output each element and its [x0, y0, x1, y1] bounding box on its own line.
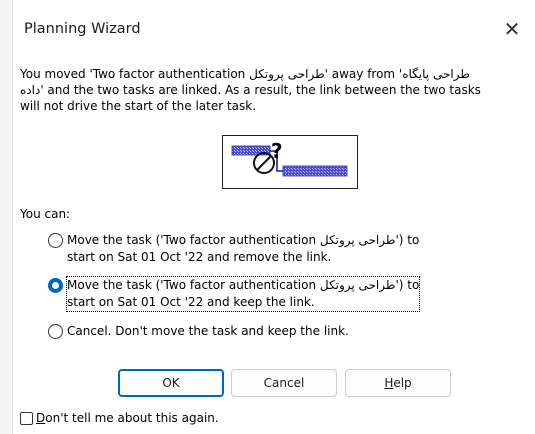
ok-button-label: OK — [162, 376, 180, 390]
close-button[interactable]: ✕ — [489, 9, 535, 49]
radio-keep-link[interactable] — [48, 278, 63, 293]
radio-remove-link[interactable] — [48, 233, 63, 248]
option-line: Move the task ('Two factor authenticatio… — [67, 233, 420, 247]
dont-tell-checkbox[interactable] — [20, 411, 33, 425]
help-mnemonic: H — [384, 376, 394, 390]
option-cancel[interactable]: Cancel. Don't move the task and keep the… — [48, 323, 528, 340]
help-button[interactable]: Help — [345, 369, 451, 397]
option-line: start on Sat 01 Oct '22 and keep the lin… — [67, 295, 315, 309]
dont-tell-option[interactable]: Don't tell me about this again. — [20, 411, 219, 425]
dont-tell-label-rest: on't tell me about this again. — [45, 411, 219, 425]
link-conflict-illustration: ? — [231, 139, 348, 177]
dialog-title: Planning Wizard — [24, 21, 141, 37]
option-remove-link-label[interactable]: Move the task ('Two factor authenticatio… — [67, 232, 419, 266]
option-cancel-label[interactable]: Cancel. Don't move the task and keep the… — [67, 323, 349, 340]
ok-button[interactable]: OK — [118, 369, 224, 397]
planning-wizard-dialog: Planning Wizard ✕ You moved 'Two factor … — [0, 0, 535, 434]
message-line: داده' and the two tasks are linked. As a… — [20, 83, 481, 97]
help-button-label: Help — [384, 376, 411, 390]
message-line: You moved 'Two factor authentication طرا… — [20, 67, 470, 81]
radio-cancel[interactable] — [48, 324, 63, 339]
dont-tell-mnemonic: D — [36, 411, 46, 425]
dont-tell-label[interactable]: Don't tell me about this again. — [36, 411, 219, 425]
option-line: start on Sat 01 Oct '22 and remove the l… — [67, 250, 332, 264]
window-left-edge — [0, 0, 13, 434]
option-line: Move the task ('Two factor authenticatio… — [67, 278, 420, 292]
option-remove-link[interactable]: Move the task ('Two factor authenticatio… — [48, 232, 528, 266]
you-can-label: You can: — [20, 207, 71, 221]
option-keep-link-label[interactable]: Move the task ('Two factor authenticatio… — [65, 276, 421, 312]
cancel-button-label: Cancel — [263, 376, 305, 390]
close-icon: ✕ — [503, 17, 521, 41]
message-text: You moved 'Two factor authentication طرا… — [20, 66, 532, 114]
link-conflict-icon: ? — [222, 135, 358, 189]
message-line: will not drive the start of the later ta… — [20, 99, 257, 113]
option-keep-link[interactable]: Move the task ('Two factor authenticatio… — [48, 276, 528, 312]
svg-text:?: ? — [271, 139, 283, 163]
cancel-button[interactable]: Cancel — [231, 369, 337, 397]
option-line: Cancel. Don't move the task and keep the… — [67, 324, 349, 338]
help-label-rest: elp — [393, 376, 412, 390]
title-bar[interactable]: Planning Wizard ✕ — [12, 0, 535, 58]
